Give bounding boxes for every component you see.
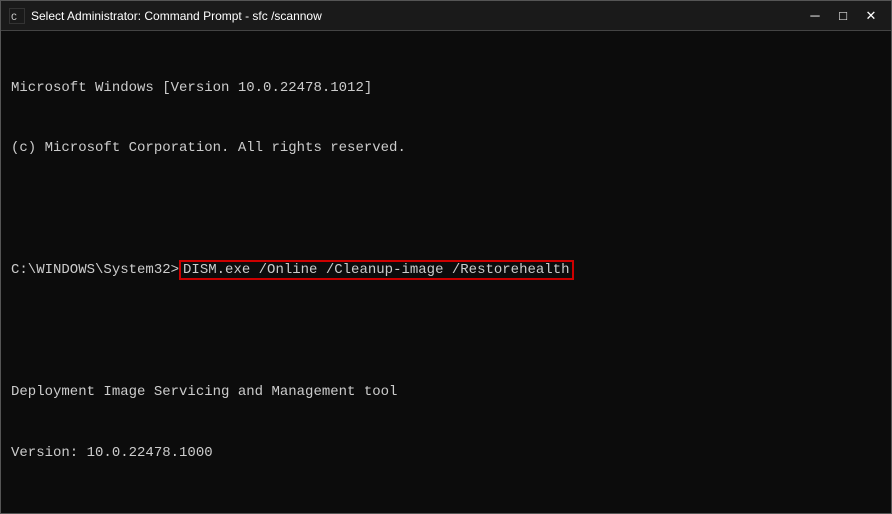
cmd-window: C Select Administrator: Command Prompt -…	[0, 0, 892, 514]
cmd-icon: C	[9, 8, 25, 24]
line-4: C:\WINDOWS\System32>DISM.exe /Online /Cl…	[11, 260, 881, 280]
line-3	[11, 199, 881, 219]
close-button[interactable]: ✕	[859, 6, 883, 26]
dism-command: DISM.exe /Online /Cleanup-image /Restore…	[179, 260, 573, 280]
line-2: (c) Microsoft Corporation. All rights re…	[11, 138, 881, 158]
console-body[interactable]: Microsoft Windows [Version 10.0.22478.10…	[1, 31, 891, 513]
minimize-button[interactable]: ─	[803, 6, 827, 26]
window-controls: ─ □ ✕	[803, 6, 883, 26]
title-bar-left: C Select Administrator: Command Prompt -…	[9, 8, 322, 24]
svg-text:C: C	[11, 13, 17, 23]
line-7: Version: 10.0.22478.1000	[11, 443, 881, 463]
window-title: Select Administrator: Command Prompt - s…	[31, 9, 322, 23]
console-output: Microsoft Windows [Version 10.0.22478.10…	[11, 37, 881, 513]
line-5	[11, 321, 881, 341]
line-8	[11, 504, 881, 513]
title-bar: C Select Administrator: Command Prompt -…	[1, 1, 891, 31]
line-1: Microsoft Windows [Version 10.0.22478.10…	[11, 78, 881, 98]
maximize-button[interactable]: □	[831, 6, 855, 26]
prompt-1: C:\WINDOWS\System32>	[11, 262, 179, 278]
line-6: Deployment Image Servicing and Managemen…	[11, 382, 881, 402]
